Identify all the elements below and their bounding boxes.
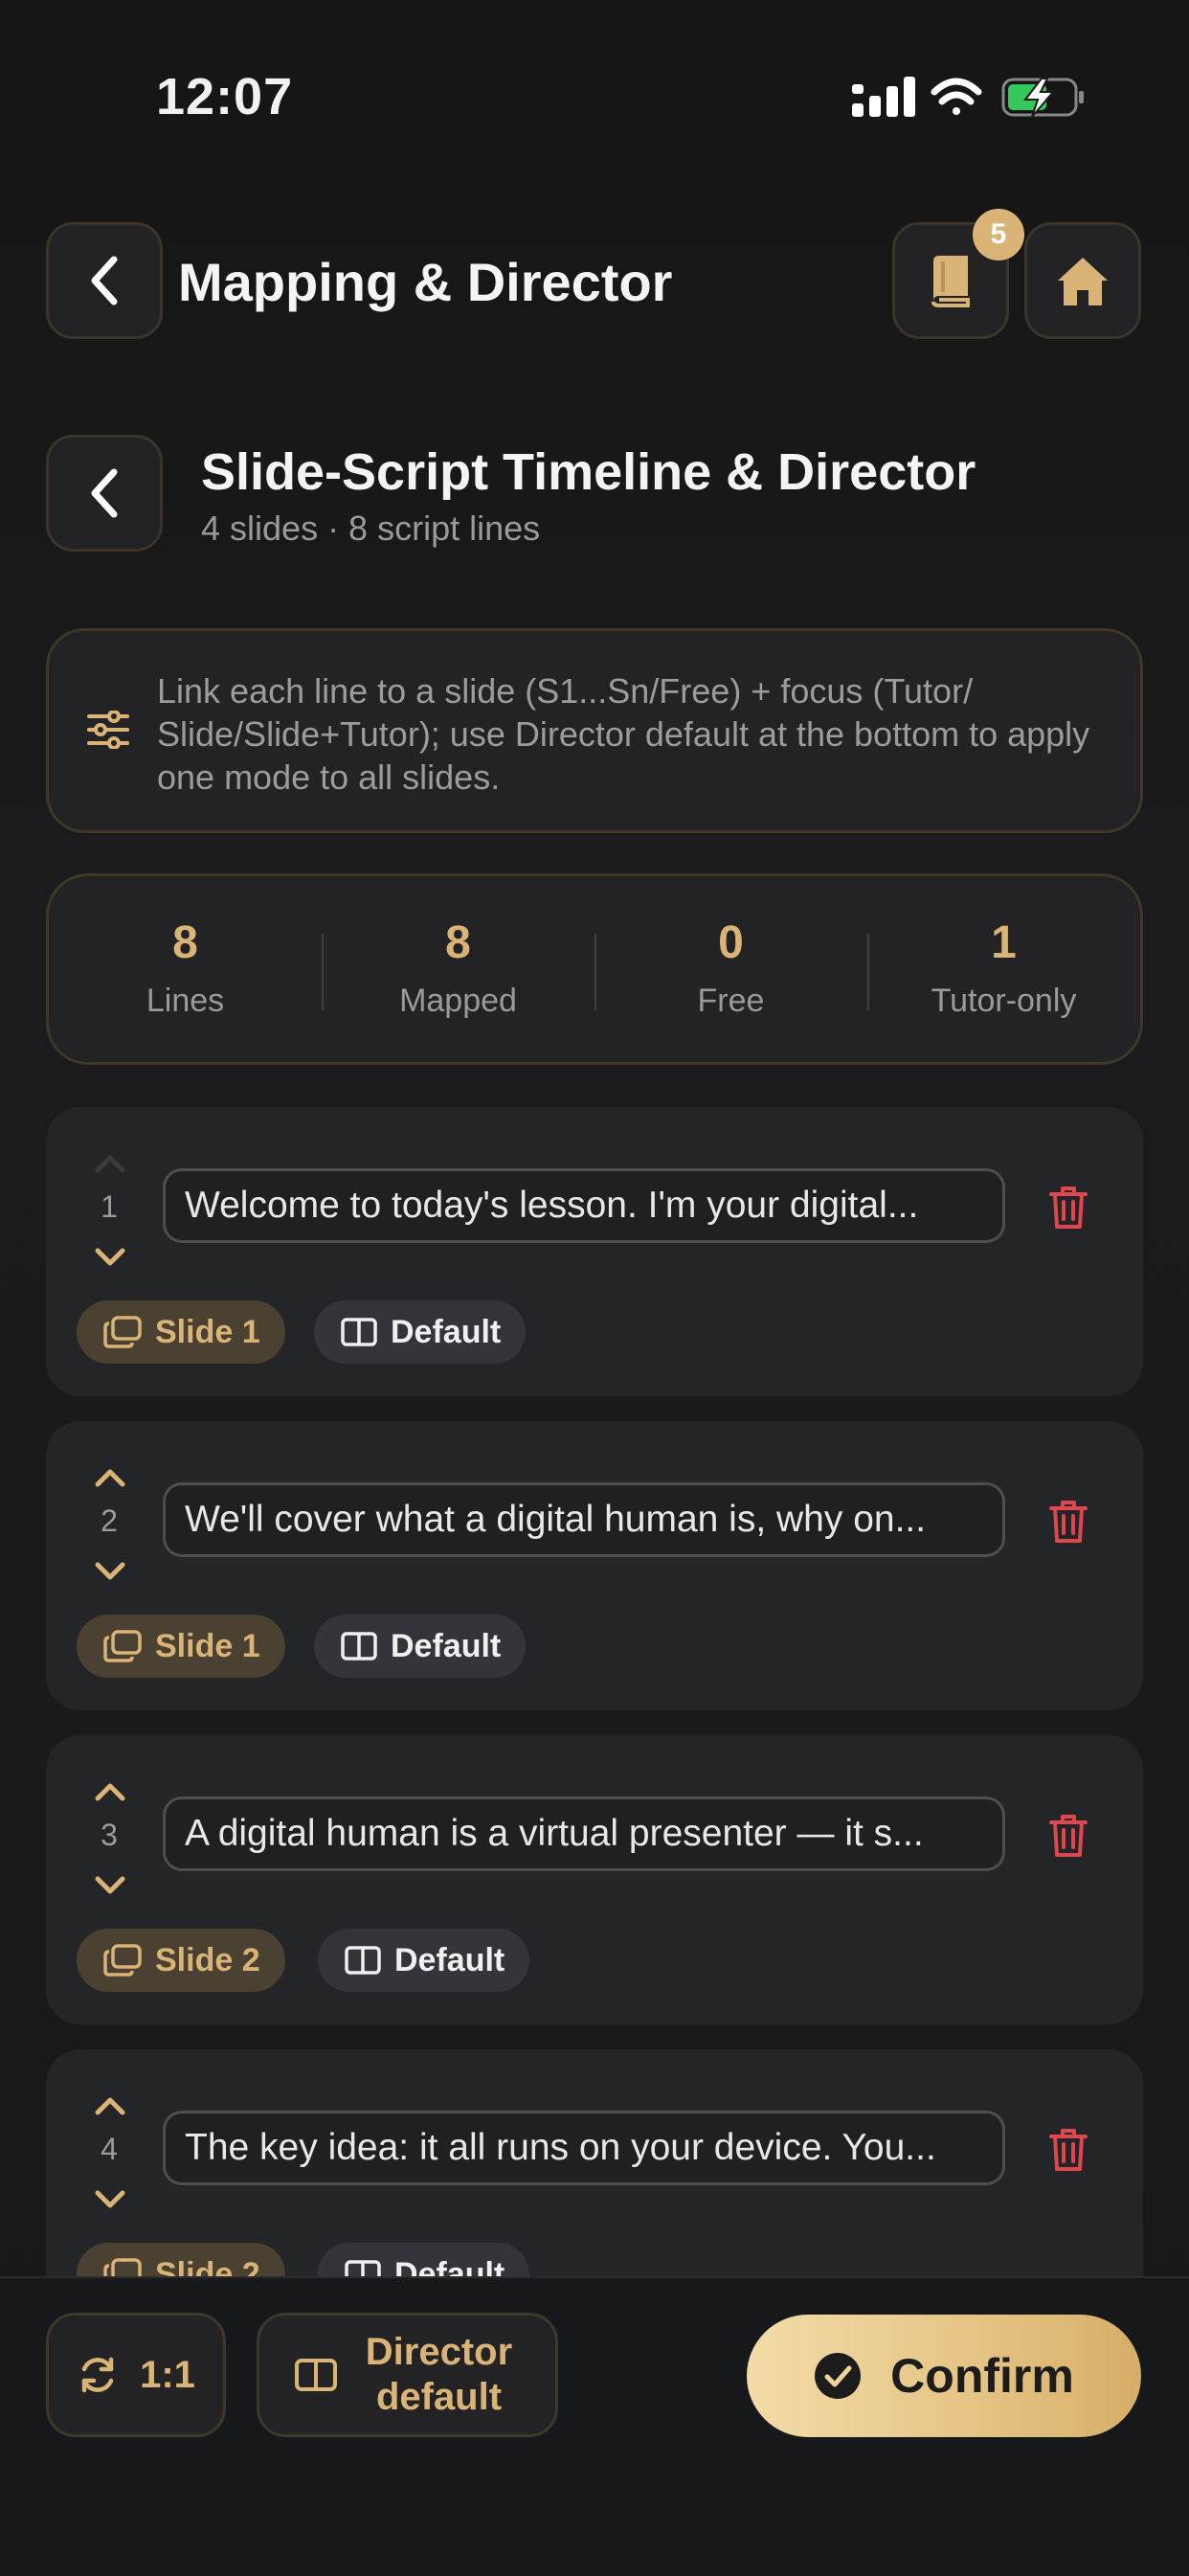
stat-lines: 8 Lines [49, 876, 322, 1062]
stat-value: 8 [445, 917, 471, 968]
focus-chip[interactable]: Default [314, 1615, 527, 1678]
delete-icon[interactable] [1049, 1186, 1088, 1230]
move-down-icon[interactable] [94, 2189, 126, 2210]
script-line-card: 3 A digital human is a virtual presenter… [46, 1735, 1143, 2024]
split-view-icon [341, 1632, 377, 1661]
delete-icon[interactable] [1049, 2128, 1088, 2172]
wifi-icon [931, 78, 982, 115]
ratio-button[interactable]: 1:1 [46, 2313, 226, 2437]
slide-chip-label: Slide 2 [155, 1941, 260, 1978]
home-button[interactable] [1024, 222, 1141, 339]
status-icons [852, 77, 1084, 118]
stat-value: 8 [172, 917, 198, 968]
slides-icon [103, 1316, 142, 1348]
line-text-input[interactable]: The key idea: it all runs on your device… [163, 2111, 1005, 2185]
stat-value: 1 [991, 917, 1017, 968]
slides-icon [103, 1630, 142, 1662]
slides-icon [103, 1944, 142, 1977]
cellular-signal-icon [852, 77, 915, 117]
slide-chip-label: Slide 2 [155, 2255, 260, 2277]
focus-chip-label: Default [394, 1941, 505, 1978]
slide-chip[interactable]: Slide 2 [77, 1929, 285, 1992]
focus-chip-label: Default [391, 1627, 502, 1664]
info-text: Link each line to a slide (S1...Sn/Free)… [157, 671, 1090, 797]
check-circle-icon [815, 2353, 862, 2399]
slide-chip-label: Slide 1 [155, 1313, 260, 1350]
line-number: 4 [101, 2132, 118, 2166]
focus-chip-label: Default [394, 2255, 505, 2277]
director-default-label: Director default [365, 2331, 513, 2418]
sliders-icon [87, 711, 129, 749]
slides-icon [103, 2258, 142, 2276]
stat-mapped: 8 Mapped [322, 876, 594, 1062]
focus-chip[interactable]: Default [314, 1300, 527, 1364]
split-view-icon [345, 1946, 381, 1975]
stat-label: Lines [146, 983, 225, 1019]
stat-label: Mapped [399, 983, 517, 1019]
stat-label: Free [697, 983, 765, 1019]
focus-chip[interactable]: Default [318, 1929, 530, 1992]
notification-badge: 5 [973, 209, 1024, 260]
move-down-icon[interactable] [94, 1247, 126, 1268]
battery-charging-icon [1001, 78, 1084, 118]
split-view-icon [294, 2359, 337, 2391]
back-button[interactable] [46, 222, 163, 339]
slide-chip-label: Slide 1 [155, 1627, 260, 1664]
slide-chip[interactable]: Slide 1 [77, 1615, 285, 1678]
line-text-input[interactable]: Welcome to today's lesson. I'm your digi… [163, 1168, 1005, 1243]
stat-label: Tutor-only [931, 983, 1077, 1019]
book-icon [931, 256, 970, 307]
move-up-icon[interactable] [94, 2095, 126, 2116]
script-line-card: 2 We'll cover what a digital human is, w… [46, 1421, 1143, 1710]
line-number: 3 [101, 1818, 118, 1852]
stat-tutor-only: 1 Tutor-only [867, 876, 1140, 1062]
slide-chip[interactable]: Slide 1 [77, 1300, 285, 1364]
stat-free: 0 Free [594, 876, 867, 1062]
line-text-input[interactable]: A digital human is a virtual presenter —… [163, 1796, 1005, 1871]
delete-icon[interactable] [1049, 1814, 1088, 1858]
section-title: Slide-Script Timeline & Director [201, 443, 976, 501]
focus-chip-label: Default [391, 1313, 502, 1350]
move-up-icon[interactable] [94, 1781, 126, 1802]
split-view-icon [345, 2260, 381, 2276]
script-line-list[interactable]: 1 Welcome to today's lesson. I'm your di… [0, 1101, 1189, 2276]
move-down-icon[interactable] [94, 1561, 126, 1582]
focus-chip[interactable]: Default [318, 2243, 530, 2277]
stat-value: 0 [718, 917, 744, 968]
confirm-label: Confirm [890, 2349, 1074, 2403]
director-default-button[interactable]: Director default [257, 2313, 558, 2437]
split-view-icon [341, 1318, 377, 1346]
info-card: Link each line to a slide (S1...Sn/Free)… [46, 628, 1143, 833]
chevron-left-icon [91, 256, 118, 305]
line-number: 2 [101, 1503, 118, 1538]
confirm-button[interactable]: Confirm [747, 2315, 1141, 2437]
move-up-icon[interactable] [94, 1153, 126, 1174]
line-text-input[interactable]: We'll cover what a digital human is, why… [163, 1482, 1005, 1557]
line-number: 1 [101, 1189, 118, 1224]
move-up-icon[interactable] [94, 1467, 126, 1488]
slide-chip[interactable]: Slide 2 [77, 2243, 285, 2276]
status-time: 12:07 [156, 68, 294, 125]
sync-icon [81, 2357, 114, 2393]
move-down-icon[interactable] [94, 1875, 126, 1896]
script-line-card: 4 The key idea: it all runs on your devi… [46, 2049, 1143, 2276]
chevron-left-icon [91, 468, 118, 518]
stats-card: 8 Lines 8 Mapped 0 Free 1 Tutor-only [46, 873, 1143, 1065]
delete-icon[interactable] [1049, 1500, 1088, 1544]
section-subtitle: 4 slides · 8 script lines [201, 508, 541, 548]
ratio-label: 1:1 [140, 2353, 195, 2396]
page-title: Mapping & Director [178, 252, 673, 312]
home-icon [1058, 258, 1108, 305]
script-line-card: 1 Welcome to today's lesson. I'm your di… [46, 1107, 1143, 1396]
section-back-button[interactable] [46, 435, 163, 552]
